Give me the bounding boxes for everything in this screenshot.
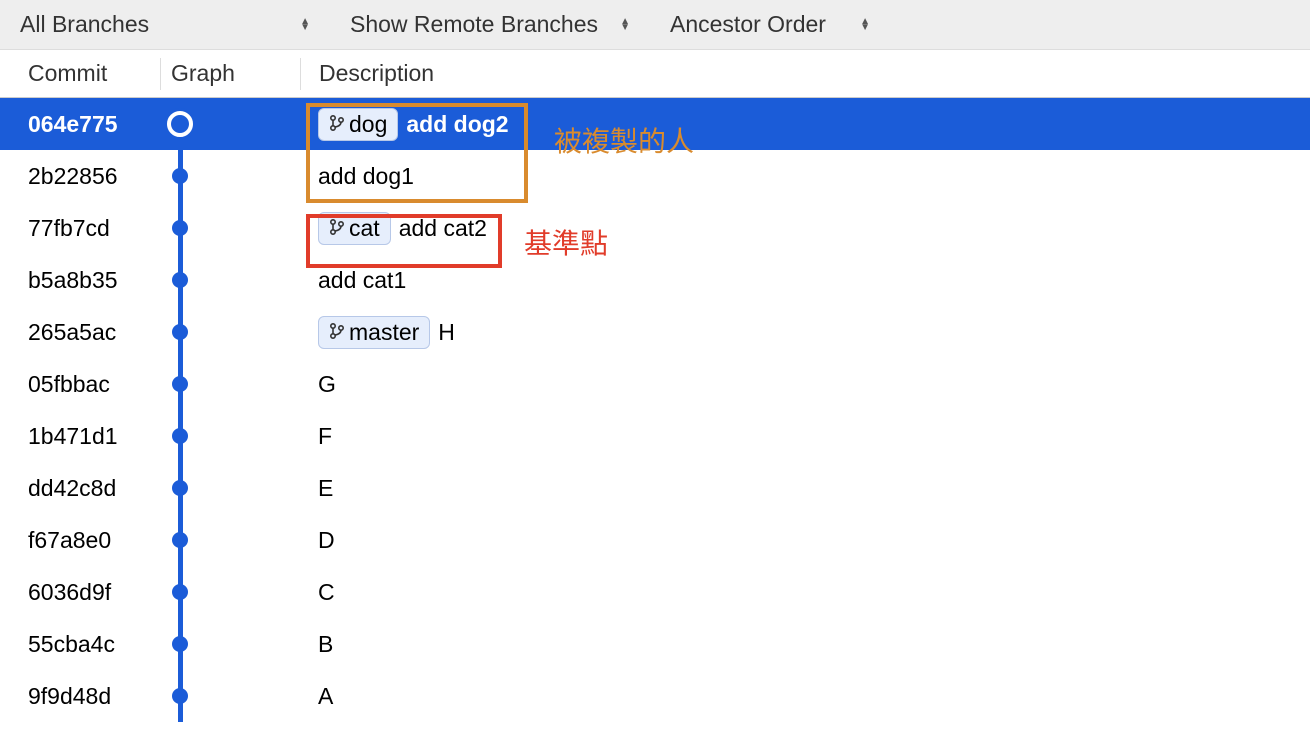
graph-node: [172, 636, 188, 652]
graph-node: [172, 584, 188, 600]
graph-cell: [160, 688, 300, 704]
commit-row[interactable]: dd42c8d E: [0, 462, 1310, 514]
branch-filter-label: All Branches: [20, 11, 149, 38]
graph-cell: [160, 168, 300, 184]
commit-hash: b5a8b35: [0, 267, 160, 294]
commit-row[interactable]: b5a8b35 add cat1: [0, 254, 1310, 306]
commit-row[interactable]: 9f9d48d A: [0, 670, 1310, 722]
graph-node: [172, 168, 188, 184]
commit-row[interactable]: 05fbbac G: [0, 358, 1310, 410]
commit-row[interactable]: f67a8e0 D: [0, 514, 1310, 566]
commit-hash: 6036d9f: [0, 579, 160, 606]
column-headers: Commit Graph Description: [0, 50, 1310, 98]
description-cell: D: [300, 527, 1310, 554]
graph-node-head: [167, 111, 193, 137]
header-description[interactable]: Description: [300, 58, 1310, 90]
commit-hash: f67a8e0: [0, 527, 160, 554]
commit-hash: 064e775: [0, 111, 160, 138]
graph-node: [172, 376, 188, 392]
branch-filter-dropdown[interactable]: All Branches: [20, 11, 330, 38]
branch-name: master: [349, 319, 419, 346]
commit-list: 064e775 dog add dog2 2b22856 add dog1 77fb7cd…: [0, 98, 1310, 722]
commit-hash: 77fb7cd: [0, 215, 160, 242]
graph-cell: [160, 428, 300, 444]
commit-message: D: [318, 527, 335, 554]
commit-row[interactable]: 1b471d1 F: [0, 410, 1310, 462]
branch-name: cat: [349, 215, 380, 242]
graph-cell: [160, 584, 300, 600]
graph-node: [172, 324, 188, 340]
graph-cell: [160, 532, 300, 548]
branch-tag[interactable]: dog: [318, 108, 398, 141]
branch-icon: [329, 319, 345, 346]
graph-node: [172, 688, 188, 704]
commit-message: H: [438, 319, 455, 346]
graph-cell: [160, 220, 300, 236]
description-cell: B: [300, 631, 1310, 658]
order-filter-label: Ancestor Order: [670, 11, 826, 38]
description-cell: dog add dog2: [300, 108, 1310, 141]
graph-cell: [160, 111, 300, 137]
remote-filter-dropdown[interactable]: Show Remote Branches: [350, 11, 650, 38]
branch-icon: [329, 215, 345, 242]
commit-row[interactable]: 77fb7cd cat add cat2: [0, 202, 1310, 254]
commit-message: E: [318, 475, 333, 502]
commit-row[interactable]: 55cba4c B: [0, 618, 1310, 670]
commit-row[interactable]: 265a5ac master H: [0, 306, 1310, 358]
description-cell: A: [300, 683, 1310, 710]
commit-hash: 55cba4c: [0, 631, 160, 658]
remote-filter-label: Show Remote Branches: [350, 11, 598, 38]
graph-node: [172, 532, 188, 548]
graph-node: [172, 428, 188, 444]
header-graph[interactable]: Graph: [160, 58, 300, 90]
branch-icon: [329, 111, 345, 138]
order-filter-dropdown[interactable]: Ancestor Order: [670, 11, 890, 38]
commit-message: add cat1: [318, 267, 406, 294]
header-commit[interactable]: Commit: [0, 60, 160, 87]
branch-tag[interactable]: master: [318, 316, 430, 349]
description-cell: cat add cat2: [300, 212, 1310, 245]
graph-node: [172, 272, 188, 288]
graph-cell: [160, 376, 300, 392]
graph-cell: [160, 636, 300, 652]
chevron-updown-icon: [620, 19, 630, 31]
commit-hash: 05fbbac: [0, 371, 160, 398]
description-cell: E: [300, 475, 1310, 502]
commit-hash: dd42c8d: [0, 475, 160, 502]
graph-cell: [160, 272, 300, 288]
commit-row[interactable]: 2b22856 add dog1: [0, 150, 1310, 202]
description-cell: G: [300, 371, 1310, 398]
branch-name: dog: [349, 111, 387, 138]
description-cell: add cat1: [300, 267, 1310, 294]
description-cell: master H: [300, 316, 1310, 349]
commit-message: F: [318, 423, 332, 450]
commit-message: B: [318, 631, 333, 658]
commit-message: A: [318, 683, 333, 710]
chevron-updown-icon: [860, 19, 870, 31]
commit-hash: 2b22856: [0, 163, 160, 190]
description-cell: add dog1: [300, 163, 1310, 190]
chevron-updown-icon: [300, 19, 310, 31]
commit-hash: 9f9d48d: [0, 683, 160, 710]
commit-message: G: [318, 371, 336, 398]
description-cell: C: [300, 579, 1310, 606]
graph-node: [172, 220, 188, 236]
commit-row[interactable]: 6036d9f C: [0, 566, 1310, 618]
toolbar: All Branches Show Remote Branches Ancest…: [0, 0, 1310, 50]
commit-message: add dog2: [406, 111, 508, 138]
branch-tag[interactable]: cat: [318, 212, 391, 245]
commit-message: add cat2: [399, 215, 487, 242]
commit-message: add dog1: [318, 163, 414, 190]
commit-row[interactable]: 064e775 dog add dog2: [0, 98, 1310, 150]
graph-cell: [160, 480, 300, 496]
commit-hash: 1b471d1: [0, 423, 160, 450]
graph-cell: [160, 324, 300, 340]
description-cell: F: [300, 423, 1310, 450]
graph-node: [172, 480, 188, 496]
commit-hash: 265a5ac: [0, 319, 160, 346]
commit-message: C: [318, 579, 335, 606]
